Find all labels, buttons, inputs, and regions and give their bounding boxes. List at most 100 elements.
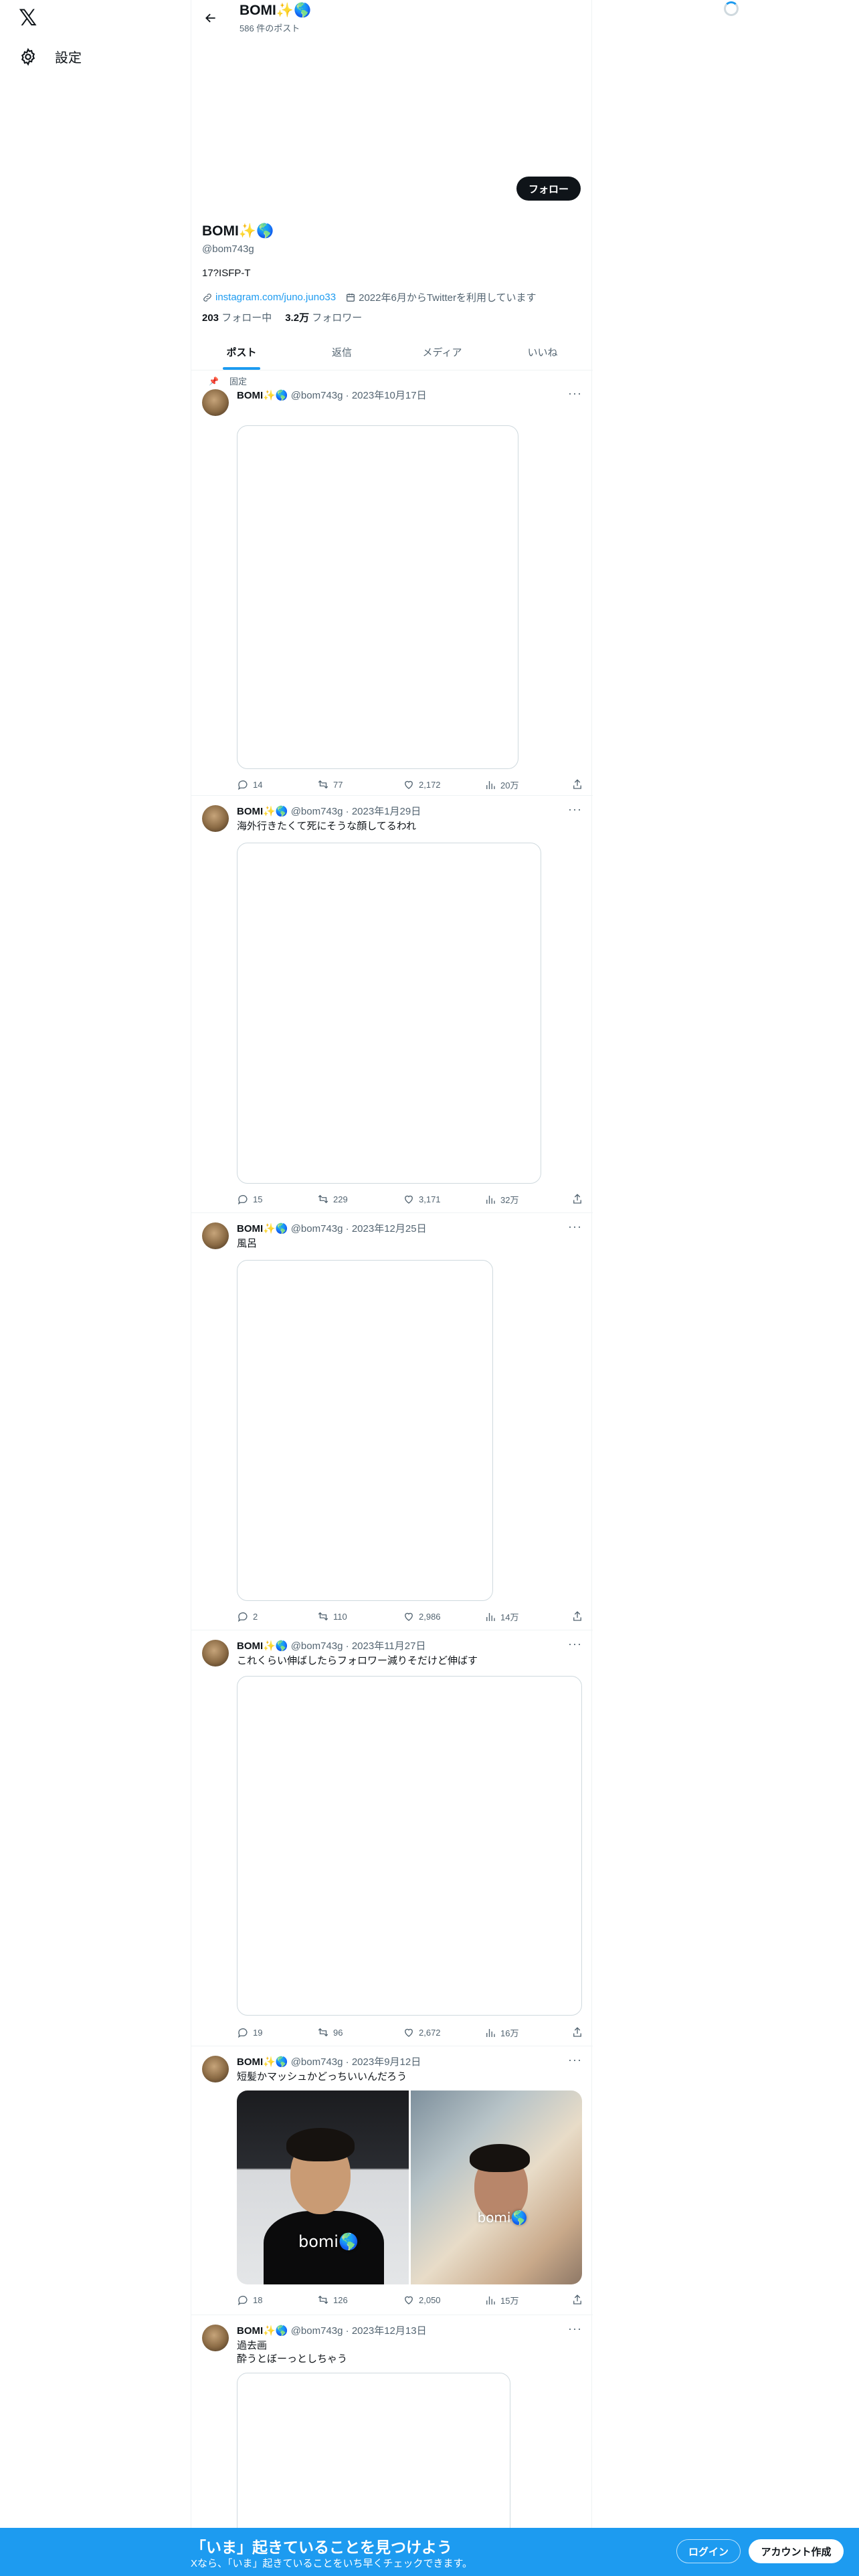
- reply-button[interactable]: 2: [237, 1610, 258, 1622]
- repost-button[interactable]: 229: [317, 1193, 348, 1205]
- views-button[interactable]: 15万: [484, 2294, 518, 2306]
- tweet-6[interactable]: BOMI✨🌎 @bom743g · 2023年12月13日 ··· 過去画 酔う…: [191, 2315, 593, 2573]
- views-button[interactable]: 16万: [484, 2026, 518, 2039]
- tweet-media[interactable]: bomi🌎 bomi🌎: [237, 2090, 582, 2284]
- reply-count: 19: [253, 2027, 263, 2038]
- x-logo-icon[interactable]: 𝕏: [19, 7, 41, 29]
- share-button[interactable]: [571, 2294, 583, 2306]
- share-icon: [573, 1611, 581, 1621]
- tab-posts[interactable]: ポスト: [191, 334, 292, 370]
- reply-button[interactable]: 15: [237, 1193, 262, 1205]
- like-button[interactable]: 2,172: [403, 778, 441, 790]
- views-button[interactable]: 32万: [484, 1193, 518, 1206]
- share-button[interactable]: [571, 1610, 583, 1622]
- tweet-date[interactable]: 2023年11月27日: [352, 1640, 426, 1652]
- tab-media[interactable]: メディア: [392, 334, 492, 370]
- tweet-header: BOMI✨🌎 @bom743g · 2023年11月27日: [237, 1638, 425, 1652]
- share-button[interactable]: [571, 2026, 583, 2038]
- photo-left[interactable]: bomi🌎: [237, 2090, 409, 2284]
- tweet-author-handle[interactable]: @bom743g: [291, 2325, 343, 2337]
- views-button[interactable]: 20万: [484, 778, 518, 791]
- views-icon: [486, 2296, 495, 2304]
- tweet-date[interactable]: 2023年1月29日: [352, 806, 421, 817]
- tweet-actions: 2 110 2,986 14万: [237, 1610, 582, 1624]
- tweet-author-name[interactable]: BOMI✨🌎: [237, 806, 288, 817]
- tweet-date[interactable]: 2023年12月13日: [352, 2325, 427, 2337]
- like-button[interactable]: 3,171: [403, 1193, 441, 1205]
- tweet-3[interactable]: BOMI✨🌎 @bom743g · 2023年12月25日 ··· 風呂 2 11…: [191, 1213, 593, 1630]
- repost-button[interactable]: 110: [317, 1610, 347, 1622]
- more-options-icon[interactable]: ···: [568, 2053, 582, 2067]
- tweet-media[interactable]: [237, 1260, 493, 1601]
- tweet-date[interactable]: 2023年10月17日: [352, 390, 427, 401]
- tweet-date[interactable]: 2023年12月25日: [352, 1223, 427, 1235]
- avatar[interactable]: [202, 805, 229, 832]
- share-icon: [573, 2027, 581, 2037]
- tweet-actions: 19 96 2,672 16万: [237, 2026, 582, 2040]
- tweet-5[interactable]: BOMI✨🌎 @bom743g · 2023年9月12日 ··· 短髪かマッシュ…: [191, 2046, 593, 2315]
- tweet-actions: 14 77 2,172 20万: [237, 778, 582, 792]
- create-account-button[interactable]: アカウント作成: [749, 2539, 844, 2563]
- tweet-author-handle[interactable]: @bom743g: [291, 2056, 343, 2068]
- reply-button[interactable]: 19: [237, 2026, 262, 2038]
- more-options-icon[interactable]: ···: [568, 1220, 582, 1234]
- tweet-header: BOMI✨🌎 @bom743g · 2023年10月17日: [237, 388, 427, 402]
- photo-hair: [469, 2144, 530, 2172]
- tweet-author-handle[interactable]: @bom743g: [291, 390, 343, 401]
- more-options-icon[interactable]: ···: [568, 802, 582, 817]
- tweet-author-handle[interactable]: @bom743g: [291, 1223, 343, 1235]
- share-button[interactable]: [571, 778, 583, 790]
- avatar[interactable]: [202, 389, 229, 416]
- following-link[interactable]: 203 フォロー中: [202, 310, 272, 324]
- avatar[interactable]: [202, 2325, 229, 2351]
- tweet-header: BOMI✨🌎 @bom743g · 2023年9月12日: [237, 2054, 421, 2068]
- avatar[interactable]: [202, 1640, 229, 1667]
- tweet-author-handle[interactable]: @bom743g: [291, 1640, 343, 1652]
- tweet-4[interactable]: BOMI✨🌎 @bom743g · 2023年11月27日 ··· これくらい伸…: [191, 1630, 593, 2046]
- login-button[interactable]: ログイン: [676, 2539, 741, 2563]
- more-options-icon[interactable]: ···: [568, 1637, 582, 1651]
- avatar[interactable]: [202, 1222, 229, 1249]
- tweet-author-name[interactable]: BOMI✨🌎: [237, 2325, 288, 2337]
- profile-bio: 17?ISFP-T: [202, 267, 251, 279]
- follow-button[interactable]: フォロー: [516, 177, 581, 201]
- followers-link[interactable]: 3.2万 フォロワー: [285, 310, 362, 324]
- share-icon: [573, 1194, 581, 1204]
- like-button[interactable]: 2,050: [403, 2294, 441, 2306]
- repost-button[interactable]: 77: [317, 778, 343, 790]
- repost-button[interactable]: 126: [317, 2294, 348, 2306]
- reply-button[interactable]: 18: [237, 2294, 262, 2306]
- photo-caption: bomi🌎: [477, 2210, 528, 2226]
- tweet-text: 短髪かマッシュかどっちいいんだろう: [237, 2071, 407, 2082]
- more-options-icon[interactable]: ···: [568, 387, 582, 401]
- profile-display-name: BOMI✨🌎: [202, 223, 274, 239]
- tab-likes[interactable]: いいね: [492, 334, 593, 370]
- tweet-1[interactable]: 📌 固定 BOMI✨🌎 @bom743g · 2023年10月17日 ··· 1…: [191, 370, 593, 796]
- back-button[interactable]: [198, 5, 223, 31]
- profile-website-link[interactable]: instagram.com/juno.juno33: [215, 292, 336, 303]
- more-options-icon[interactable]: ···: [568, 2322, 582, 2336]
- tweet-media[interactable]: [237, 1676, 582, 2016]
- tweet-author-name[interactable]: BOMI✨🌎: [237, 390, 288, 401]
- nav-settings-link[interactable]: 設定: [19, 47, 82, 66]
- views-button[interactable]: 14万: [484, 1610, 518, 1623]
- reply-button[interactable]: 14: [237, 778, 262, 790]
- avatar[interactable]: [202, 2056, 229, 2082]
- tweet-author-name[interactable]: BOMI✨🌎: [237, 2056, 288, 2068]
- like-icon: [405, 1612, 413, 1621]
- tweet-date[interactable]: 2023年9月12日: [352, 2056, 421, 2068]
- repost-button[interactable]: 96: [317, 2026, 343, 2038]
- tab-replies[interactable]: 返信: [292, 334, 392, 370]
- tweet-author-name[interactable]: BOMI✨🌎: [237, 1223, 288, 1235]
- tweet-author-handle[interactable]: @bom743g: [291, 806, 343, 817]
- share-button[interactable]: [571, 1193, 583, 1205]
- repost-count: 229: [333, 1194, 348, 1204]
- tweet-media[interactable]: [237, 425, 518, 769]
- photo-right[interactable]: bomi🌎: [410, 2090, 582, 2284]
- tweet-author-name[interactable]: BOMI✨🌎: [237, 1640, 288, 1652]
- views-count: 32万: [500, 1195, 519, 1205]
- tweet-media[interactable]: [237, 843, 541, 1184]
- tweet-2[interactable]: BOMI✨🌎 @bom743g · 2023年1月29日 ··· 海外行きたくて…: [191, 796, 593, 1213]
- like-button[interactable]: 2,986: [403, 1610, 441, 1622]
- like-button[interactable]: 2,672: [403, 2026, 441, 2038]
